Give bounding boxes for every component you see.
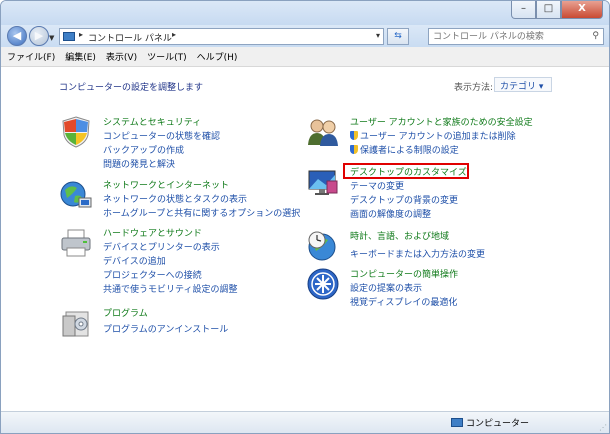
control-panel-icon [63,32,75,41]
breadcrumb-arrow-icon[interactable]: ▸ [172,30,176,39]
back-button[interactable]: ◀ [7,26,27,46]
page-title: コンピューターの設定を調整します [59,83,204,93]
maximize-button[interactable]: □ [536,1,561,19]
close-button[interactable]: X [561,1,603,19]
category-link[interactable]: 画面の解像度の調整 [350,207,431,220]
search-input[interactable] [433,30,583,43]
menu-bar: ファイル(F) 編集(E) 表示(V) ツール(T) ヘルプ(H) [1,47,609,67]
clock-globe-icon[interactable] [306,229,340,263]
category-title[interactable]: ネットワークとインターネット [103,178,229,191]
resize-grip-icon[interactable]: ⋰ [599,423,607,432]
category-title[interactable]: 時計、言語、および地域 [350,229,449,242]
category-link[interactable]: 共通で使うモビリティ設定の調整 [103,282,237,295]
menu-edit[interactable]: 編集(E) [65,50,96,63]
category-link[interactable]: プログラムのアンインストール [103,322,228,335]
title-bar: – □ X [1,1,609,25]
users-icon[interactable] [306,115,340,149]
category-link[interactable]: 設定の提案の表示 [350,281,422,294]
view-by-dropdown[interactable]: カテゴリ ▾ [494,77,552,92]
category-link[interactable]: プロジェクターへの接続 [103,268,202,281]
menu-view[interactable]: 表示(V) [106,50,137,63]
category-link[interactable]: ネットワークの状態とタスクの表示 [103,192,247,205]
category-link[interactable]: バックアップの作成 [103,143,184,156]
control-panel-window: – □ X ◀ ▶ ▼ ▸ コントロール パネル ▸ ▾ ⇆ ⚲ ファイル(F)… [0,0,610,434]
category-link[interactable]: 問題の発見と解決 [103,157,175,170]
category-title[interactable]: コンピューターの簡単操作 [350,267,458,280]
category-link[interactable]: デバイスとプリンターの表示 [103,240,220,253]
category-title[interactable]: プログラム [103,306,148,319]
category-link[interactable]: デスクトップの背景の変更 [350,193,458,206]
category-title[interactable]: ハードウェアとサウンド [103,226,202,239]
programs-icon[interactable] [59,306,93,340]
category-title[interactable]: システムとセキュリティ [103,115,201,128]
category-link[interactable]: 保護者による制限の設定 [350,143,459,156]
refresh-button[interactable]: ⇆ [387,28,409,45]
category-link[interactable]: デバイスの追加 [103,254,166,267]
navigation-bar: ◀ ▶ ▼ ▸ コントロール パネル ▸ ▾ ⇆ ⚲ [1,25,609,47]
status-bar: コンピューター ⋰ [1,411,609,433]
forward-button[interactable]: ▶ [29,26,49,46]
address-dropdown-icon[interactable]: ▾ [376,31,380,40]
category-link[interactable]: コンピューターの状態を確認 [103,129,220,142]
desktop-icon[interactable] [306,165,340,199]
category-link[interactable]: テーマの変更 [350,179,404,192]
menu-help[interactable]: ヘルプ(H) [197,50,238,63]
ease-of-access-icon[interactable] [306,267,340,301]
content-area: コンピューターの設定を調整します 表示方法: カテゴリ ▾ システムとセキュリテ… [1,67,609,411]
menu-tools[interactable]: ツール(T) [147,50,187,63]
search-icon[interactable]: ⚲ [592,31,599,41]
view-by-label: 表示方法: [454,83,494,93]
shield-icon[interactable] [59,115,93,149]
category-link[interactable]: ホームグループと共有に関するオプションの選択 [103,206,300,219]
search-box[interactable]: ⚲ [428,28,604,45]
status-location: コンピューター [466,419,530,429]
menu-file[interactable]: ファイル(F) [7,50,55,63]
printer-icon[interactable] [59,226,93,260]
category-link[interactable]: 視覚ディスプレイの最適化 [350,295,457,308]
category-title[interactable]: ユーザー アカウントと家族のための安全設定 [350,115,533,128]
breadcrumb-control-panel[interactable]: コントロール パネル [88,31,172,44]
uac-shield-icon [350,131,358,140]
breadcrumb-arrow-icon[interactable]: ▸ [79,30,83,39]
computer-icon [451,418,463,427]
network-globe-icon[interactable] [59,178,93,212]
minimize-button[interactable]: – [511,1,536,19]
recent-pages-dropdown[interactable]: ▼ [49,34,54,42]
address-bar[interactable]: ▸ コントロール パネル ▸ ▾ [59,28,384,45]
category-link[interactable]: ユーザー アカウントの追加または削除 [350,129,516,142]
highlight-box [343,163,469,179]
uac-shield-icon [350,145,358,154]
category-link[interactable]: キーボードまたは入力方法の変更 [350,247,485,260]
